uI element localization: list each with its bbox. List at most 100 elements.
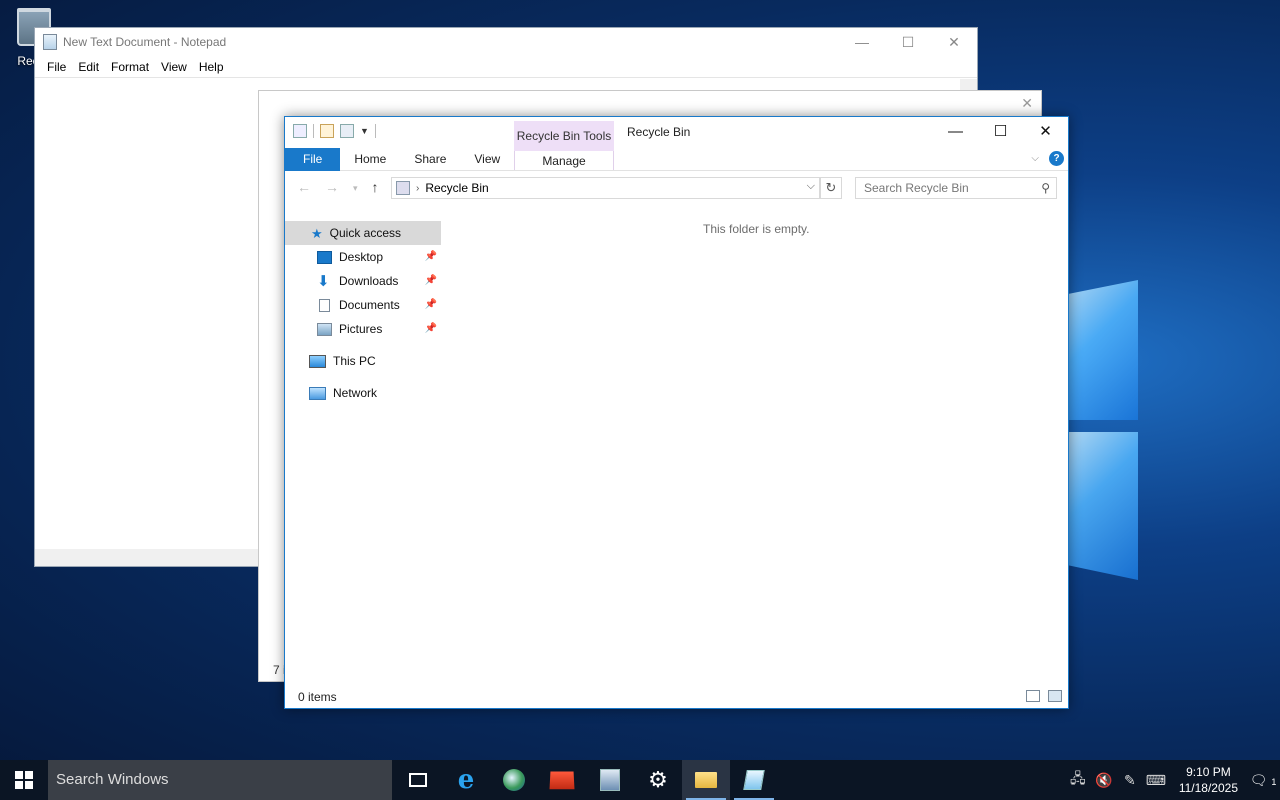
network-status-icon[interactable]: 🖧 (1065, 768, 1091, 792)
notepad-menubar: File Edit Format View Help (35, 56, 977, 78)
taskbar: Search Windows e ⚙ 🖧 🔇 ✎ ⌨ 9:10 PM 11/18… (0, 760, 1280, 800)
computer-icon (309, 354, 326, 368)
explorer-window[interactable]: ▼ Recycle Bin — ☐ ✕ Recycle Bin Tools Ma… (284, 116, 1069, 709)
tab-home[interactable]: Home (340, 148, 400, 171)
nav-label-network: Network (333, 386, 378, 400)
pin-icon: 📌 (424, 299, 437, 310)
notepad-close-button[interactable]: ✕ (931, 28, 977, 56)
notepad-titlebar[interactable]: New Text Document - Notepad (35, 28, 977, 56)
address-dropdown-icon[interactable]: ⌵ (807, 180, 815, 193)
nav-item-quick-access[interactable]: ★ Quick access (285, 221, 441, 245)
taskbar-app-globe[interactable] (490, 760, 538, 800)
refresh-button[interactable]: ↻ (820, 177, 842, 199)
taskbar-settings[interactable]: ⚙ (634, 760, 682, 800)
star-icon: ★ (311, 225, 323, 241)
taskbar-app-server-manager[interactable] (586, 760, 634, 800)
qat-dropdown-icon[interactable]: ▼ (360, 126, 369, 136)
explorer-minimize-button[interactable]: — (933, 117, 978, 147)
new-folder-icon[interactable] (340, 124, 354, 138)
up-arrow-icon[interactable]: ↑ (372, 179, 379, 197)
windows-logo-pane-bottom (1068, 432, 1138, 580)
pin-icon: 📌 (424, 275, 437, 286)
address-bar[interactable]: › Recycle Bin ⌵ (391, 177, 820, 199)
nav-item-desktop[interactable]: Desktop 📌 (285, 245, 441, 269)
taskbar-file-explorer[interactable] (682, 760, 730, 800)
notepad-menu-edit[interactable]: Edit (78, 60, 99, 74)
recent-locations-icon[interactable]: ▾ (353, 179, 358, 197)
explorer-title: Recycle Bin (627, 125, 691, 139)
search-input[interactable]: Search Recycle Bin ⚲ (855, 177, 1057, 199)
notepad-menu-view[interactable]: View (161, 60, 187, 74)
action-center-button[interactable]: 🗨 1 (1246, 772, 1280, 789)
notepad-minimize-button[interactable]: — (839, 28, 885, 56)
details-view-icon[interactable] (1026, 690, 1040, 702)
qat-separator (313, 124, 314, 138)
pin-icon: 📌 (424, 323, 437, 334)
qat-separator-2 (374, 124, 376, 138)
nav-item-this-pc[interactable]: This PC (285, 349, 441, 373)
nav-item-documents[interactable]: Documents 📌 (285, 293, 441, 317)
nav-item-downloads[interactable]: ⬇ Downloads 📌 (285, 269, 441, 293)
taskbar-app-toolbox[interactable] (538, 760, 586, 800)
tab-view[interactable]: View (460, 148, 514, 171)
system-tray: 🖧 🔇 ✎ ⌨ 9:10 PM 11/18/2025 🗨 1 (1065, 760, 1280, 800)
taskbar-search-box[interactable]: Search Windows (48, 760, 392, 800)
globe-app-icon (503, 769, 525, 791)
pictures-icon (317, 322, 332, 336)
clock-date: 11/18/2025 (1178, 781, 1238, 795)
download-arrow-icon: ⬇ (317, 272, 330, 290)
nav-item-network[interactable]: Network (285, 381, 441, 405)
back-arrow-icon[interactable]: ← (297, 179, 311, 197)
pen-icon[interactable]: ✎ (1117, 772, 1143, 789)
breadcrumb-recycle-bin[interactable]: Recycle Bin (425, 181, 488, 195)
clock[interactable]: 9:10 PM 11/18/2025 (1179, 764, 1238, 796)
address-recycle-bin-icon (396, 181, 410, 195)
nav-label-quick-access: Quick access (329, 226, 402, 240)
notepad-menu-format[interactable]: Format (111, 60, 149, 74)
quick-access-toolbar: ▼ (293, 124, 376, 138)
tab-file[interactable]: File (285, 147, 341, 171)
notification-icon: 🗨 (1249, 771, 1268, 788)
ribbon-expand-chevron-icon[interactable]: ⌵ (1031, 153, 1039, 164)
start-button[interactable] (0, 760, 48, 800)
desktop-icon (317, 250, 332, 264)
keyboard-icon[interactable]: ⌨ (1143, 772, 1169, 789)
recycle-bin-small-icon (293, 124, 307, 138)
nav-label-downloads: Downloads (339, 274, 399, 288)
navigation-pane: ★ Quick access Desktop 📌 ⬇ Downloads 📌 D… (285, 221, 441, 405)
explorer-titlebar[interactable]: ▼ Recycle Bin — ☐ ✕ (285, 117, 1068, 147)
network-icon (309, 386, 326, 400)
nav-item-pictures[interactable]: Pictures 📌 (285, 317, 441, 341)
document-icon (319, 298, 330, 312)
server-manager-icon (600, 769, 620, 791)
taskbar-search-placeholder: Search Windows (56, 771, 169, 788)
internet-explorer-icon: e (457, 765, 475, 795)
notepad-menu-file[interactable]: File (47, 60, 66, 74)
search-placeholder: Search Recycle Bin (864, 181, 969, 195)
background-window-close-button[interactable]: ✕ (1021, 95, 1033, 112)
notepad-maximize-button[interactable]: ☐ (885, 28, 931, 56)
windows-start-icon (15, 771, 33, 789)
gear-icon: ⚙ (648, 767, 668, 792)
forward-arrow-icon[interactable]: → (325, 179, 339, 197)
explorer-close-button[interactable]: ✕ (1023, 117, 1068, 147)
breadcrumb-chevron-icon[interactable]: › (416, 183, 419, 194)
notepad-menu-help[interactable]: Help (199, 60, 224, 74)
task-view-button[interactable] (394, 760, 442, 800)
nav-label-desktop: Desktop (339, 250, 384, 264)
taskbar-internet-explorer[interactable]: e (442, 760, 490, 800)
explorer-maximize-button[interactable]: ☐ (978, 117, 1023, 147)
help-icon[interactable]: ? (1049, 151, 1064, 166)
windows-logo-pane-top (1068, 280, 1138, 420)
large-icons-view-icon[interactable] (1048, 690, 1062, 702)
notification-count: 1 (1271, 776, 1277, 787)
folder-icon (695, 772, 717, 788)
taskbar-notepad[interactable] (730, 760, 778, 800)
nav-label-documents: Documents (339, 298, 400, 312)
properties-icon[interactable] (320, 124, 334, 138)
status-bar-item-count: 0 items (298, 690, 337, 704)
search-icon[interactable]: ⚲ (1041, 178, 1050, 198)
task-view-icon (409, 773, 427, 787)
volume-muted-icon[interactable]: 🔇 (1091, 772, 1117, 789)
tab-share[interactable]: Share (400, 148, 460, 171)
